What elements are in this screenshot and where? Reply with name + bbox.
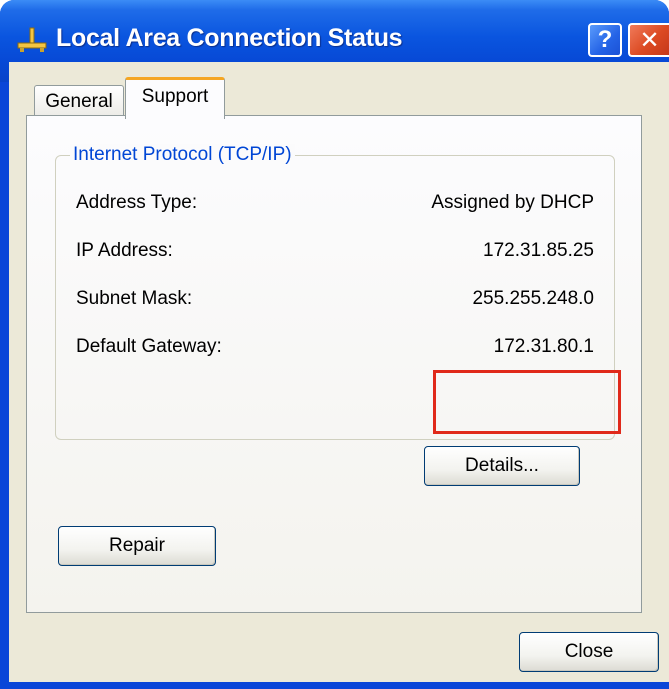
dialog-body: General Support Internet Protocol (TCP/I…: [9, 62, 669, 682]
close-button[interactable]: Close: [519, 632, 659, 672]
support-tab-panel: Internet Protocol (TCP/IP) Address Type:…: [26, 115, 642, 613]
window-title: Local Area Connection Status: [56, 24, 403, 52]
ip-address-label: IP Address:: [76, 240, 173, 261]
help-button[interactable]: ?: [588, 23, 622, 57]
subnet-mask-value: 255.255.248.0: [472, 288, 594, 309]
help-icon: ?: [597, 26, 613, 53]
subnet-mask-label: Subnet Mask:: [76, 288, 193, 309]
tcpip-groupbox: Internet Protocol (TCP/IP) Address Type:…: [55, 144, 615, 440]
tab-general[interactable]: General: [34, 85, 124, 117]
details-button[interactable]: Details...: [424, 446, 580, 486]
address-type-label: Address Type:: [76, 192, 198, 213]
close-window-button[interactable]: ✕: [628, 23, 669, 57]
tab-support-label: Support: [141, 85, 209, 107]
ip-address-value: 172.31.85.25: [483, 240, 594, 261]
default-gateway-value: 172.31.80.1: [493, 336, 594, 357]
address-type-value: Assigned by DHCP: [431, 192, 594, 213]
tab-support[interactable]: Support: [125, 77, 225, 119]
close-icon: ✕: [639, 26, 660, 54]
tab-general-label: General: [45, 90, 113, 112]
repair-button[interactable]: Repair: [58, 526, 216, 566]
dialog-window: Local Area Connection Status ? ✕ General…: [0, 0, 669, 689]
groupbox-title: Internet Protocol (TCP/IP): [70, 144, 295, 166]
default-gateway-label: Default Gateway:: [76, 336, 222, 357]
network-connection-icon: [17, 27, 47, 52]
